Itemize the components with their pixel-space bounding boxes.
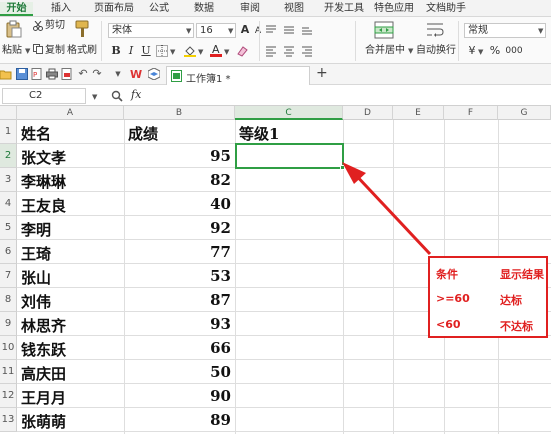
border-dropdown-icon[interactable]: ▼	[170, 48, 175, 56]
annotation-condition: >=60	[436, 292, 470, 305]
scissors-icon[interactable]	[33, 20, 43, 31]
copy-button[interactable]: 复制	[45, 45, 65, 57]
format-painter-icon[interactable]	[72, 20, 92, 40]
annotation-condition: <60	[436, 318, 461, 331]
tab-doc-assistant[interactable]: 文档助手	[422, 2, 470, 16]
insert-function-button[interactable]: fx	[131, 88, 141, 101]
number-format-dropdown-icon[interactable]: ▼	[538, 27, 543, 35]
font-color-icon[interactable]: A	[210, 43, 222, 57]
tab-formulas[interactable]: 公式	[145, 2, 173, 16]
format-painter-button[interactable]: 格式刷	[67, 45, 97, 57]
paste-icon[interactable]	[4, 20, 22, 38]
tab-review[interactable]: 审阅	[236, 2, 264, 16]
italic-button[interactable]: I	[124, 44, 138, 58]
tab-home[interactable]: 开始	[0, 2, 33, 16]
merge-center-icon[interactable]	[374, 21, 394, 39]
horizontal-align-group	[265, 45, 331, 57]
formula-input[interactable]	[150, 88, 548, 104]
underline-button[interactable]: U	[139, 44, 153, 58]
print-icon[interactable]	[46, 68, 58, 80]
annotation-result: 达标	[500, 294, 522, 307]
annotation-box: 条件 显示结果 >=60 达标 <60 不达标	[428, 256, 548, 338]
percent-button[interactable]: %	[488, 44, 502, 58]
spreadsheet-grid: A B C D E F G 1 2 3 4 5 6 7 8 9 10 11 12…	[0, 106, 551, 434]
spreadsheet-file-icon	[171, 70, 182, 82]
wrap-text-button[interactable]: 自动换行	[416, 45, 456, 57]
save-icon[interactable]	[16, 68, 28, 80]
customize-toolbar-icon[interactable]: ▼	[112, 68, 124, 80]
svg-text:P: P	[33, 71, 37, 79]
thousands-button[interactable]: 000	[503, 44, 525, 58]
quick-access-bar: P ↶ ↷ ▼ W 工作簿1 * +	[0, 64, 551, 85]
wps-logo-icon[interactable]: W	[130, 68, 142, 81]
ribbon-tab-bar: 开始 插入 页面布局 公式 数据 审阅 视图 开发工具 特色应用 文档助手	[0, 0, 551, 17]
number-format-select[interactable]: 常规	[464, 23, 546, 38]
tab-insert[interactable]: 插入	[46, 2, 76, 16]
clear-format-icon[interactable]	[236, 45, 248, 57]
annotation-result-header: 显示结果	[500, 268, 544, 281]
ribbon-separator	[259, 21, 260, 61]
paste-dropdown-icon[interactable]: ▼	[25, 47, 30, 55]
open-folder-icon[interactable]	[0, 68, 12, 80]
merge-center-dropdown-icon[interactable]: ▼	[408, 47, 413, 55]
decrease-font-icon[interactable]: A	[251, 24, 265, 38]
templates-icon[interactable]	[147, 67, 161, 81]
tab-developer[interactable]: 开发工具	[320, 2, 368, 16]
font-name-select[interactable]: 宋体	[108, 23, 194, 38]
bold-button[interactable]: B	[109, 44, 123, 58]
font-name-dropdown-icon[interactable]: ▼	[186, 27, 191, 35]
ribbon-separator	[458, 21, 459, 61]
tab-data[interactable]: 数据	[190, 2, 218, 16]
name-box-dropdown-icon[interactable]: ▼	[92, 93, 97, 101]
print-preview-icon[interactable]: P	[31, 68, 43, 80]
ribbon-separator	[101, 21, 102, 61]
name-box[interactable]: C2	[2, 88, 86, 104]
svg-text:W: W	[130, 68, 142, 80]
export-pdf-icon[interactable]	[61, 68, 73, 80]
redo-icon[interactable]: ↷	[91, 68, 103, 80]
tab-view[interactable]: 视图	[280, 2, 308, 16]
new-tab-button[interactable]: +	[316, 65, 328, 81]
tab-special-apps[interactable]: 特色应用	[370, 2, 418, 16]
merge-center-button[interactable]: 合并居中	[365, 45, 405, 57]
document-tab-title: 工作簿1 *	[186, 74, 231, 85]
annotation-result: 不达标	[500, 320, 533, 333]
ribbon: 粘贴 ▼ 剪切 复制 格式刷 宋体 ▼ 16 ▼ A A B I U ▼ ▼ A…	[0, 17, 551, 64]
fill-color-dropdown-icon[interactable]: ▼	[198, 48, 203, 56]
font-color-dropdown-icon[interactable]: ▼	[224, 48, 229, 56]
border-icon[interactable]	[156, 45, 168, 57]
font-size-dropdown-icon[interactable]: ▼	[228, 27, 233, 35]
copy-icon[interactable]	[33, 44, 43, 54]
annotation-condition-header: 条件	[436, 268, 458, 281]
cut-button[interactable]: 剪切	[45, 20, 65, 32]
tab-page-layout[interactable]: 页面布局	[88, 2, 140, 16]
currency-dropdown-icon[interactable]: ▼	[478, 48, 483, 56]
ribbon-separator	[355, 21, 356, 61]
currency-button[interactable]: ¥	[465, 44, 479, 58]
formula-bar: C2 ▼ fx	[0, 86, 551, 106]
fill-color-icon[interactable]	[184, 45, 196, 57]
zoom-magnifier-icon[interactable]	[111, 90, 123, 102]
undo-icon[interactable]: ↶	[77, 68, 89, 80]
wrap-text-icon[interactable]	[425, 21, 445, 39]
increase-font-icon[interactable]: A	[238, 23, 252, 37]
document-tab[interactable]: 工作簿1 *	[166, 66, 310, 85]
paste-button[interactable]: 粘贴	[2, 45, 22, 57]
vertical-align-group	[265, 24, 331, 36]
